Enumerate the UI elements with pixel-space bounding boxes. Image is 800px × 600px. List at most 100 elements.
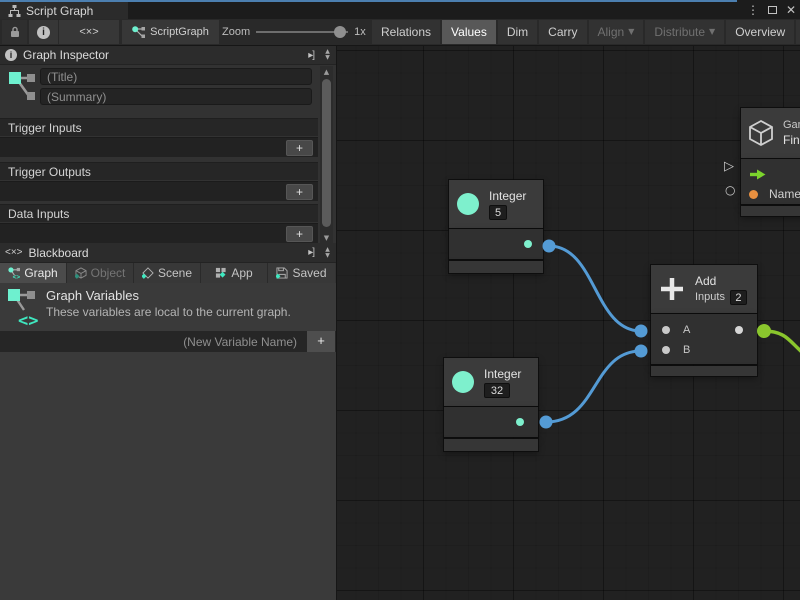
trigger-inputs-list: + bbox=[0, 137, 318, 157]
tab-graph[interactable]: <> Graph bbox=[0, 263, 67, 283]
add-variable-button[interactable]: + bbox=[307, 331, 335, 352]
port-label: A bbox=[683, 324, 690, 336]
integer-icon bbox=[457, 193, 479, 215]
integer-value-field[interactable]: 5 bbox=[489, 205, 507, 220]
gameobject-find-node[interactable]: Game Object Find Name bbox=[741, 108, 800, 216]
overview-button[interactable]: Overview bbox=[726, 20, 794, 44]
graph-breadcrumb-button[interactable]: ScriptGraph bbox=[122, 20, 219, 44]
tab-object[interactable]: Object bbox=[67, 263, 134, 283]
new-variable-input[interactable] bbox=[0, 331, 305, 352]
dock-icon[interactable]: ▸] bbox=[308, 247, 316, 258]
new-variable-row: + bbox=[0, 331, 336, 352]
maximize-icon[interactable] bbox=[768, 6, 777, 14]
scroll-down-icon[interactable]: ▼ bbox=[320, 234, 333, 242]
add-trigger-input-button[interactable]: + bbox=[286, 140, 313, 156]
trigger-arrow-icon[interactable] bbox=[749, 169, 767, 180]
dock-icon[interactable]: ▸] bbox=[308, 50, 316, 61]
panel-scroll-arrows[interactable]: ▲▼ bbox=[322, 247, 336, 259]
node-title: Integer bbox=[484, 367, 521, 381]
blackboard-icon: <×> bbox=[5, 247, 23, 258]
hierarchy-icon bbox=[8, 5, 21, 17]
tab-scene[interactable]: Scene bbox=[134, 263, 201, 283]
graph-canvas[interactable]: Integer 5 Integer 32 bbox=[336, 46, 800, 600]
zoom-slider-handle[interactable] bbox=[334, 26, 346, 38]
zoom-value: 1x bbox=[354, 26, 366, 38]
integer-output-port[interactable] bbox=[516, 418, 524, 426]
align-button[interactable]: Align▼ bbox=[589, 20, 644, 44]
tab-saved[interactable]: Saved bbox=[268, 263, 335, 283]
scene-tab-icon bbox=[142, 267, 154, 279]
node-surtitle: Game Object bbox=[783, 119, 800, 131]
node-body: Name bbox=[741, 159, 800, 204]
scrollbar-thumb[interactable] bbox=[322, 79, 331, 227]
graph-icon bbox=[132, 26, 145, 39]
node-body bbox=[449, 229, 543, 259]
section-trigger-inputs: Trigger Inputs bbox=[0, 118, 318, 136]
port-label: B bbox=[683, 344, 690, 356]
chevron-down-icon: ▼ bbox=[628, 28, 634, 36]
app-tab-icon bbox=[215, 267, 227, 279]
info-button[interactable]: i bbox=[29, 20, 58, 44]
node-footer bbox=[449, 261, 543, 273]
tab-app[interactable]: App bbox=[201, 263, 268, 283]
lock-icon bbox=[10, 26, 20, 38]
values-button[interactable]: Values bbox=[442, 20, 496, 44]
scroll-up-icon[interactable]: ▲ bbox=[320, 68, 333, 76]
full-screen-button[interactable]: Full Screen bbox=[796, 20, 800, 44]
blackboard-title: Blackboard bbox=[29, 246, 89, 260]
port-label: Name bbox=[769, 187, 800, 201]
inspector-scrollbar[interactable]: ▲ ▼ bbox=[320, 66, 333, 244]
panel-scroll-arrows[interactable]: ▲▼ bbox=[322, 49, 336, 61]
script-graph-window: Script Graph ⋮ ✕ i <×> bbox=[0, 0, 800, 600]
integer-output-port[interactable] bbox=[524, 240, 532, 248]
tab-title: Script Graph bbox=[26, 4, 93, 18]
graph-variables-description: These variables are local to the current… bbox=[46, 305, 291, 319]
chevron-down-icon: ▼ bbox=[709, 28, 715, 36]
carry-button[interactable]: Carry bbox=[539, 20, 586, 44]
node-title: Add bbox=[695, 274, 747, 288]
dim-button[interactable]: Dim bbox=[498, 20, 537, 44]
blackboard-empty-area bbox=[0, 352, 336, 600]
relations-button[interactable]: Relations bbox=[372, 20, 440, 44]
close-icon[interactable]: ✕ bbox=[786, 2, 796, 18]
info-icon: i bbox=[37, 26, 50, 39]
window-tab-bar: Script Graph ⋮ ✕ bbox=[0, 0, 800, 19]
blackboard-header: <×> Blackboard ▸] ▲▼ bbox=[0, 243, 336, 263]
graph-variables-icon: <> bbox=[7, 287, 41, 329]
section-trigger-outputs: Trigger Outputs bbox=[0, 162, 318, 180]
code-view-button[interactable]: <×> bbox=[59, 20, 119, 44]
zoom-label: Zoom bbox=[222, 26, 250, 38]
inputs-count-field[interactable]: 2 bbox=[730, 290, 747, 305]
integer-node-1[interactable]: Integer 5 bbox=[449, 180, 543, 273]
menu-icon[interactable]: ⋮ bbox=[747, 2, 759, 18]
graph-name: ScriptGraph bbox=[150, 26, 209, 38]
trigger-port-row bbox=[741, 164, 800, 184]
graph-toolbar: i <×> ScriptGraph Zoom 1x Relations Valu… bbox=[0, 19, 800, 46]
scroll-down-icon: ▼ bbox=[325, 253, 330, 259]
object-tab-icon bbox=[75, 267, 87, 279]
graph-title-input[interactable] bbox=[40, 68, 312, 85]
gameobject-cube-icon bbox=[748, 119, 774, 147]
node-title: Integer bbox=[489, 189, 526, 203]
add-data-input-button[interactable]: + bbox=[286, 226, 313, 242]
name-port-row: Name bbox=[741, 184, 800, 204]
lock-button[interactable] bbox=[2, 20, 27, 44]
graph-summary-input[interactable] bbox=[40, 88, 312, 105]
add-output-port[interactable] bbox=[735, 326, 743, 334]
input-port-a[interactable] bbox=[662, 326, 670, 334]
add-trigger-output-button[interactable]: + bbox=[286, 184, 313, 200]
tab-script-graph[interactable]: Script Graph bbox=[0, 2, 128, 19]
zoom-slider[interactable] bbox=[256, 26, 348, 38]
integer-value-field[interactable]: 32 bbox=[484, 383, 510, 398]
add-node[interactable]: Add Inputs 2 A B bbox=[651, 265, 757, 376]
graph-tab-icon: <> bbox=[8, 267, 20, 279]
name-input-port[interactable] bbox=[749, 190, 758, 199]
data-port-outline-icon[interactable]: ○ bbox=[725, 183, 735, 197]
input-port-b[interactable] bbox=[662, 346, 670, 354]
node-body: A B bbox=[651, 314, 757, 364]
code-brackets-icon: <×> bbox=[79, 26, 98, 38]
trigger-port-outline-icon[interactable]: ▷ bbox=[724, 159, 734, 174]
distribute-button[interactable]: Distribute▼ bbox=[645, 20, 724, 44]
integer-node-2[interactable]: Integer 32 bbox=[444, 358, 538, 451]
node-body bbox=[444, 407, 538, 437]
